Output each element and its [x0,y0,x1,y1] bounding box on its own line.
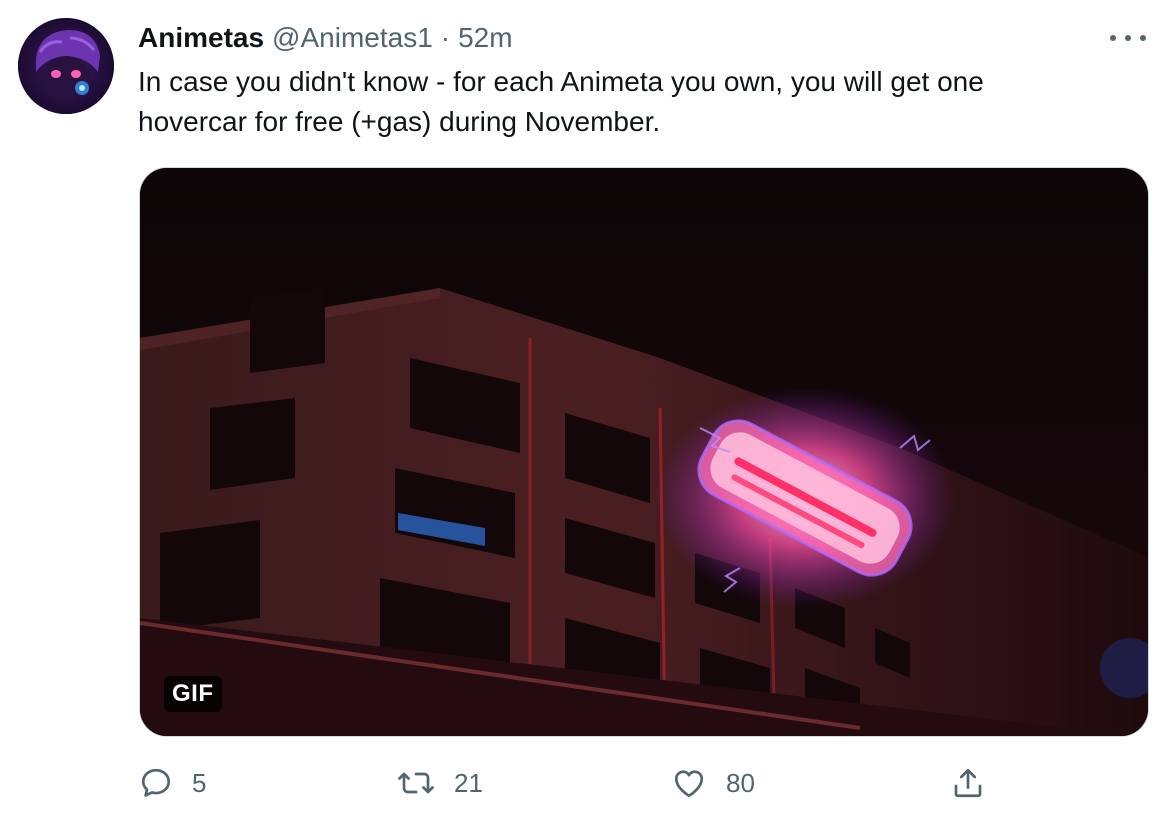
retweet-count: 21 [454,767,483,798]
retweet-icon [398,772,434,794]
like-count: 80 [726,767,755,798]
timestamp[interactable]: 52m [458,22,512,54]
tweet-actions: 5 21 80 [138,760,1038,806]
tweet-text: In case you didn't know - for each Anime… [138,66,984,137]
separator-dot: · [440,22,451,53]
heart-icon [674,770,704,798]
tweet-header: Animetas @Animetas1 · 52m [138,20,513,56]
like-button[interactable]: 80 [670,760,755,806]
animetas-avatar-icon [18,18,114,114]
hovercar-gif-image [140,168,1148,736]
reply-button[interactable]: 5 [138,760,206,806]
tweet[interactable]: Animetas @Animetas1 · 52m In case you di… [0,0,1172,816]
avatar[interactable] [18,18,114,114]
share-button[interactable] [950,760,986,806]
gif-badge: GIF [164,676,222,712]
user-handle[interactable]: @Animetas1 [272,22,433,54]
gif-media[interactable]: GIF [139,167,1149,737]
retweet-button[interactable]: 21 [396,760,483,806]
more-horizontal-icon[interactable] [1110,26,1146,50]
share-icon [954,768,982,798]
reply-icon [141,768,171,797]
display-name[interactable]: Animetas [138,22,264,54]
reply-count: 5 [192,767,207,798]
